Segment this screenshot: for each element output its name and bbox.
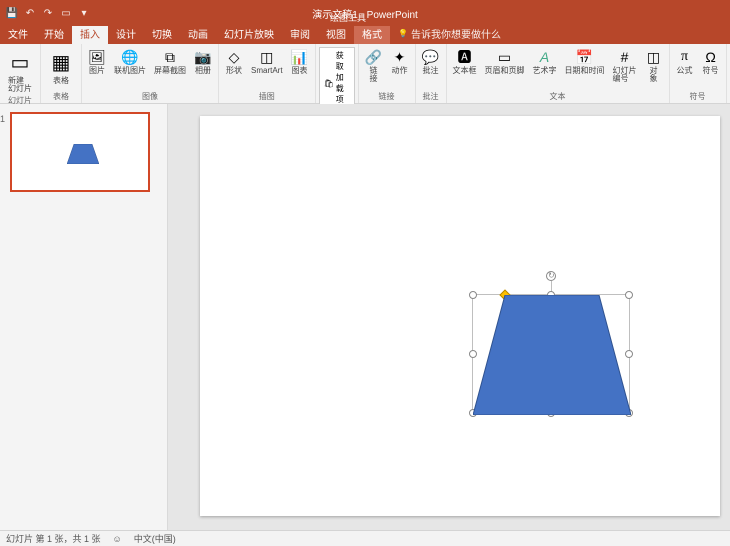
slide-canvas-area[interactable]: [168, 104, 730, 530]
wordart-icon: A: [536, 48, 554, 66]
link-button[interactable]: 🔗链 接: [362, 46, 386, 85]
tab-format[interactable]: 格式: [354, 23, 390, 44]
status-bar: 幻灯片 第 1 张，共 1 张 ☺ 中文(中国): [0, 530, 730, 546]
tab-home[interactable]: 开始: [36, 23, 72, 44]
smartart-icon: ◫: [258, 48, 276, 66]
table-button[interactable]: ▦ 表格: [44, 46, 78, 87]
slide-count-status[interactable]: 幻灯片 第 1 张，共 1 张: [6, 532, 101, 545]
selection-box[interactable]: [472, 294, 630, 414]
comment-button[interactable]: 💬批注: [419, 46, 443, 77]
thumbnail-number: 1: [0, 114, 5, 124]
link-icon: 🔗: [365, 48, 383, 66]
chevron-down-icon[interactable]: ▾: [78, 7, 90, 19]
group-images: 🖼图片 🌐联机图片 ⧉屏幕截图 📷相册 图像: [82, 44, 219, 103]
tab-transitions[interactable]: 切换: [144, 23, 180, 44]
header-icon: ▭: [496, 48, 514, 66]
tab-file[interactable]: 文件: [0, 23, 36, 44]
album-icon: 📷: [194, 48, 212, 66]
trapezoid-icon: [67, 144, 99, 164]
redo-icon[interactable]: ↷: [42, 7, 54, 19]
screenshot-icon: ⧉: [161, 48, 179, 66]
shapes-button[interactable]: ◇形状: [222, 46, 246, 77]
tab-design[interactable]: 设计: [108, 23, 144, 44]
tab-slideshow[interactable]: 幻灯片放映: [216, 23, 282, 44]
group-links: 🔗链 接 ✦动作 链接: [359, 44, 416, 103]
symbol-icon: Ω: [702, 48, 720, 66]
slideshow-icon[interactable]: ▭: [60, 7, 72, 19]
shapes-icon: ◇: [225, 48, 243, 66]
screenshot-button[interactable]: ⧉屏幕截图: [151, 46, 189, 77]
trapezoid-shape[interactable]: [473, 295, 631, 415]
photo-album-button[interactable]: 📷相册: [191, 46, 215, 77]
group-comments: 💬批注 批注: [416, 44, 447, 103]
tab-view[interactable]: 视图: [318, 23, 354, 44]
save-icon[interactable]: 💾: [6, 7, 18, 19]
ribbon: ▭ 新建 幻灯片 幻灯片 ▦ 表格 表格 🖼图片 🌐联机图片 ⧉屏幕截图 📷相册…: [0, 44, 730, 104]
symbol-button[interactable]: Ω符号: [699, 46, 723, 77]
undo-icon[interactable]: ↶: [24, 7, 36, 19]
group-illustrations: ◇形状 ◫SmartArt 📊图表 插图: [219, 44, 316, 103]
wordart-button[interactable]: A艺术字: [530, 46, 560, 77]
picture-icon: 🖼: [88, 48, 106, 66]
tab-animations[interactable]: 动画: [180, 23, 216, 44]
datetime-button[interactable]: 📅日期和时间: [562, 46, 608, 77]
new-slide-button[interactable]: ▭ 新建 幻灯片: [3, 46, 37, 95]
slide[interactable]: [200, 116, 720, 516]
equation-button[interactable]: π公式: [673, 46, 697, 77]
tell-me-search[interactable]: 告诉我你想要做什么: [390, 23, 509, 44]
ribbon-tabs: 文件 开始 插入 设计 切换 动画 幻灯片放映 审阅 视图 格式 告诉我你想要做…: [0, 26, 730, 44]
textbox-icon: 🅰: [456, 48, 474, 66]
object-button[interactable]: ◫对 象: [642, 46, 666, 85]
language-status[interactable]: 中文(中国): [134, 532, 176, 545]
comment-icon: 💬: [422, 48, 440, 66]
action-button[interactable]: ✦动作: [388, 46, 412, 77]
chart-icon: 📊: [291, 48, 309, 66]
group-media: 🎬视频 🔊音频 ⏺屏幕 录制 媒体: [727, 44, 730, 103]
tab-review[interactable]: 审阅: [282, 23, 318, 44]
smartart-button[interactable]: ◫SmartArt: [248, 46, 286, 77]
title-bar: 💾 ↶ ↷ ▭ ▾ 绘图工具 演示文稿1 - PowerPoint: [0, 0, 730, 26]
online-picture-button[interactable]: 🌐联机图片: [111, 46, 149, 77]
action-icon: ✦: [391, 48, 409, 66]
spellcheck-icon[interactable]: ☺: [113, 534, 122, 544]
equation-icon: π: [676, 48, 694, 66]
rotation-handle[interactable]: [546, 271, 556, 281]
group-symbols: π公式 Ω符号 符号: [670, 44, 727, 103]
slide-thumbnail-panel: 1: [0, 104, 168, 530]
slide-thumbnail-1[interactable]: 1: [10, 112, 150, 192]
picture-button[interactable]: 🖼图片: [85, 46, 109, 77]
textbox-button[interactable]: 🅰文本框: [450, 46, 480, 77]
object-icon: ◫: [645, 48, 663, 66]
table-icon: ▦: [47, 48, 75, 76]
online-picture-icon: 🌐: [121, 48, 139, 66]
workspace: 1: [0, 104, 730, 530]
number-icon: #: [616, 48, 634, 66]
header-footer-button[interactable]: ▭页眉和页脚: [482, 46, 528, 77]
new-slide-icon: ▭: [6, 48, 34, 76]
store-icon: 🛍: [324, 79, 334, 88]
chart-button[interactable]: 📊图表: [288, 46, 312, 77]
tab-insert[interactable]: 插入: [72, 23, 108, 44]
group-addins: 🛍获取加载项目 🔌我的加载项▾ 加载项: [316, 44, 359, 103]
window-title: 演示文稿1 - PowerPoint: [312, 6, 418, 21]
group-tables: ▦ 表格 表格: [41, 44, 82, 103]
group-text: 🅰文本框 ▭页眉和页脚 A艺术字 📅日期和时间 #幻灯片 编号 ◫对 象 文本: [447, 44, 670, 103]
slide-number-button[interactable]: #幻灯片 编号: [610, 46, 640, 85]
group-slides: ▭ 新建 幻灯片 幻灯片: [0, 44, 41, 103]
date-icon: 📅: [576, 48, 594, 66]
quick-access-toolbar: 💾 ↶ ↷ ▭ ▾: [0, 7, 90, 19]
